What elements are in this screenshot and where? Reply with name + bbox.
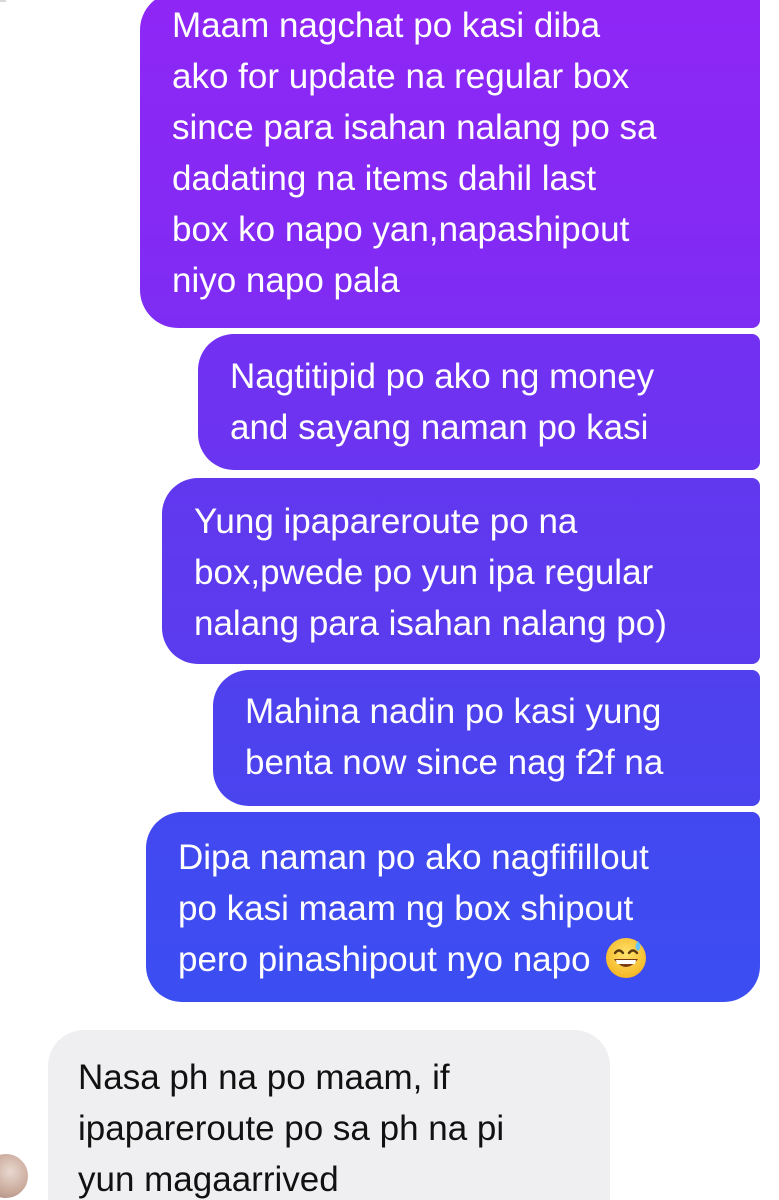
sender-avatar[interactable] bbox=[0, 1152, 30, 1200]
outgoing-message[interactable]: Mahina nadin po kasi yung benta now sinc… bbox=[213, 670, 760, 806]
outgoing-message[interactable]: Nagtitipid po ako ng money and sayang na… bbox=[198, 334, 760, 470]
message-line: Dipa naman po ako nagfifillout bbox=[178, 838, 649, 877]
message-line: box,pwede po yun ipa regular bbox=[194, 553, 654, 592]
message-line: niyo napo pala bbox=[172, 261, 400, 300]
incoming-message[interactable]: Nasa ph na po maam, if ipapareroute po s… bbox=[48, 1030, 610, 1200]
message-line: box ko napo yan,napashipout bbox=[172, 210, 630, 249]
message-line: po kasi maam ng box shipout bbox=[178, 889, 634, 928]
message-line: ako for update na regular box bbox=[172, 57, 630, 96]
outgoing-message[interactable]: Maam nagchat po kasi diba ako for update… bbox=[140, 0, 760, 328]
message-line: Mahina nadin po kasi yung bbox=[245, 692, 662, 731]
outgoing-message[interactable]: Yung ipapareroute po na box,pwede po yun… bbox=[162, 478, 760, 664]
message-line: Maam nagchat po kasi diba bbox=[172, 6, 601, 45]
message-line: Yung ipapareroute po na bbox=[194, 502, 578, 541]
grinning-sweat-emoji-icon bbox=[606, 937, 647, 978]
message-line: yun magaarrived bbox=[78, 1160, 339, 1199]
message-line: Nagtitipid po ako ng money bbox=[230, 357, 655, 396]
message-line: benta now since nag f2f na bbox=[245, 743, 664, 782]
message-line-text: pero pinashipout nyo napo bbox=[178, 940, 591, 979]
message-line: since para isahan nalang po sa bbox=[172, 108, 657, 147]
top-divider bbox=[0, 0, 6, 2]
message-line: nalang para isahan nalang po) bbox=[194, 604, 667, 643]
message-line: pero pinashipout nyo napo bbox=[178, 934, 736, 985]
outgoing-message[interactable]: Dipa naman po ako nagfifillout po kasi m… bbox=[146, 812, 760, 1002]
message-line: and sayang naman po kasi bbox=[230, 408, 649, 447]
message-line: ipapareroute po sa ph na pi bbox=[78, 1109, 505, 1148]
message-line: dadating na items dahil last bbox=[172, 159, 597, 198]
chat-thread: Maam nagchat po kasi diba ako for update… bbox=[0, 0, 779, 1200]
message-line: Nasa ph na po maam, if bbox=[78, 1058, 450, 1097]
